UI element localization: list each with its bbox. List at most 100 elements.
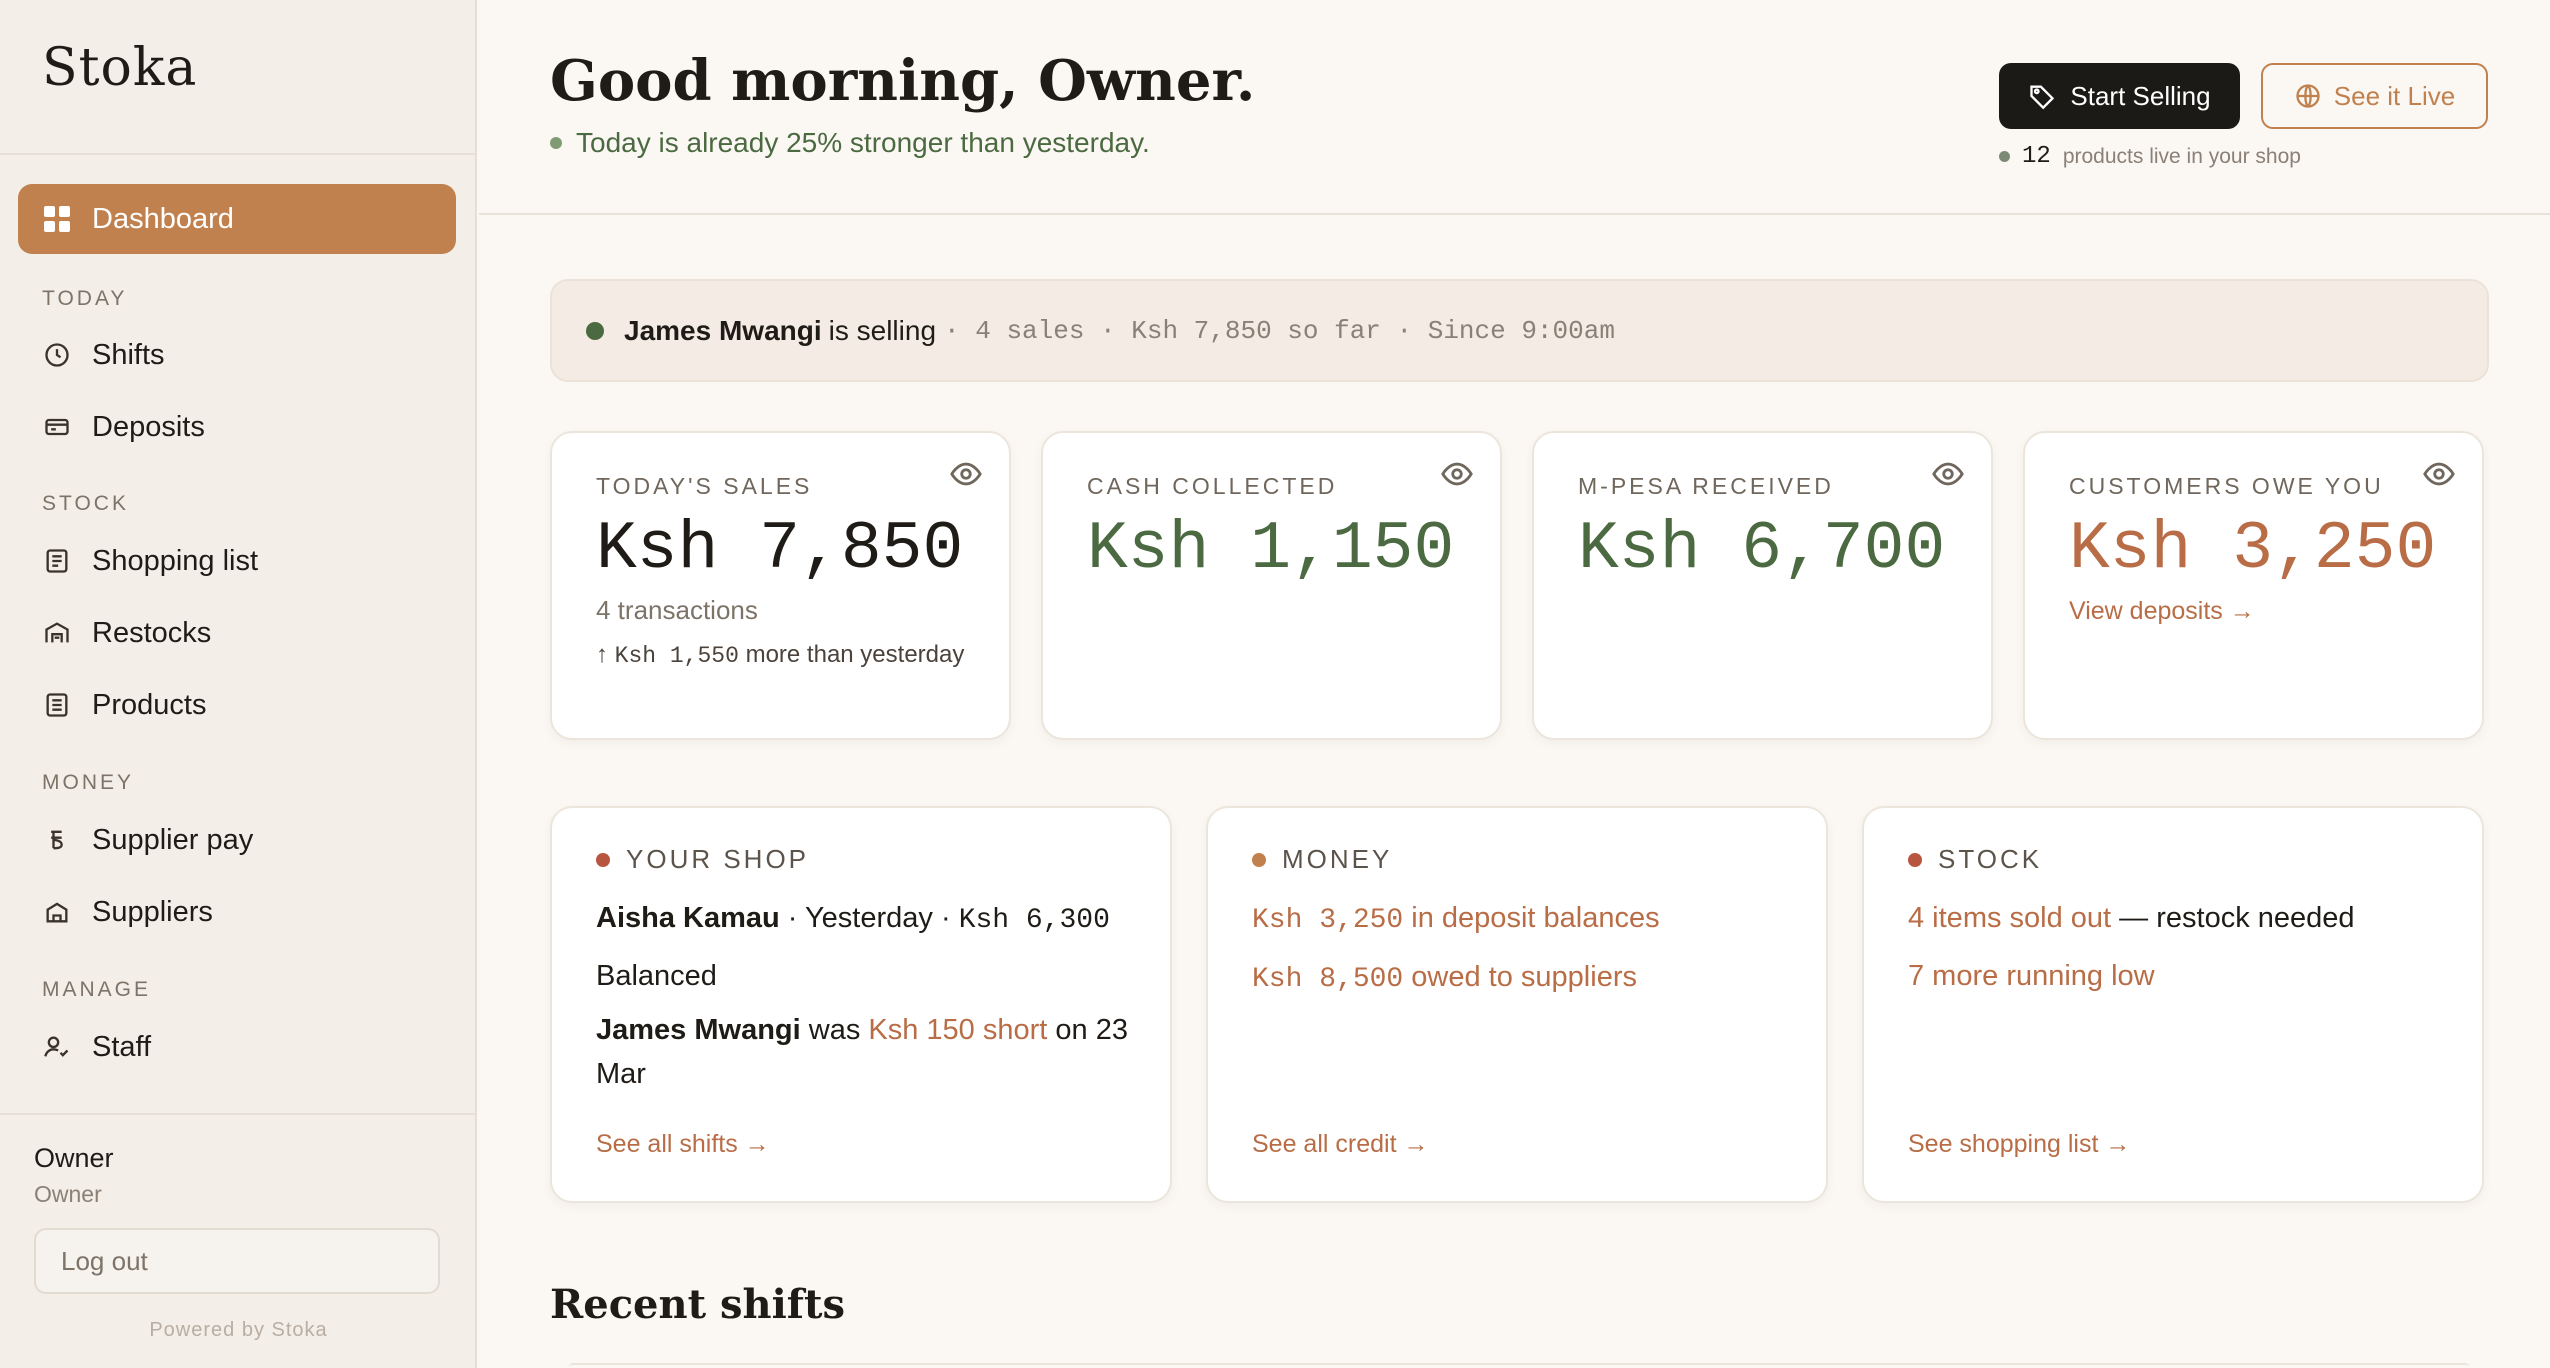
globe-icon <box>2296 84 2320 108</box>
user-role: Owner <box>34 1181 102 1207</box>
delta-amount: Ksh 1,550 <box>614 643 739 669</box>
deposit-amount: Ksh 3,250 <box>1252 905 1404 936</box>
main-content: Good morning, Owner. Today is already 25… <box>479 0 2550 1368</box>
user-check-icon <box>42 1032 72 1062</box>
shortage-was: was <box>808 1014 861 1046</box>
divider <box>0 1113 477 1115</box>
card-title: MONEY <box>1282 844 1393 874</box>
supplier-owed-line[interactable]: Ksh 8,500 owed to suppliers <box>1252 955 1792 1002</box>
eye-icon[interactable] <box>949 457 983 491</box>
status-dot <box>1999 151 2010 162</box>
powered-by: Powered by Stoka <box>149 1319 328 1341</box>
sidebar-item-shifts[interactable]: Shifts <box>42 333 165 377</box>
card-header: YOUR SHOP <box>596 844 809 875</box>
see-all-shifts-link[interactable]: See all shifts → <box>596 1130 770 1159</box>
card-icon <box>42 412 72 442</box>
live-dot <box>586 321 604 340</box>
start-selling-button[interactable]: Start Selling <box>1999 63 2240 129</box>
document-icon <box>42 690 72 720</box>
see-all-credit-link[interactable]: See all credit → <box>1252 1130 1428 1159</box>
staff-name: Aisha Kamau <box>596 902 780 934</box>
list-icon <box>42 546 72 576</box>
store-icon <box>42 897 72 927</box>
recent-shifts-heading: Recent shifts <box>550 1281 845 1328</box>
sidebar-item-label: Supplier pay <box>92 823 254 856</box>
shift-status: Balanced <box>596 960 717 992</box>
stat-value: Ksh 6,700 <box>1578 511 1946 588</box>
sold-out-link[interactable]: 4 items sold out <box>1908 902 2111 934</box>
eye-icon[interactable] <box>1931 457 1965 491</box>
shift-when: · Yesterday · <box>787 902 951 934</box>
card-your-shop: YOUR SHOP Aisha Kamau · Yesterday · Ksh … <box>550 806 1172 1203</box>
sidebar-item-products[interactable]: Products <box>42 683 206 727</box>
recent-shifts-table-edge <box>569 1363 2469 1367</box>
status-dot <box>1252 852 1266 867</box>
stat-delta: ↑ Ksh 1,550 more than yesterday <box>596 638 976 673</box>
live-note-text: products live in your shop <box>2062 144 2301 168</box>
seller-verb: is selling <box>828 314 937 346</box>
user-name: Owner <box>34 1143 114 1173</box>
deposit-balances-line[interactable]: Ksh 3,250 in deposit balances <box>1252 896 1792 943</box>
stat-label: TODAY'S SALES <box>596 473 813 499</box>
see-it-live-label: See it Live <box>2333 80 2456 111</box>
greeting-subtitle: Today is already 25% stronger than yeste… <box>550 127 1150 159</box>
sidebar: Stoka Dashboard TODAY Shifts Deposits ST… <box>0 0 477 1368</box>
logout-button[interactable]: Log out <box>34 1228 440 1294</box>
eye-icon[interactable] <box>1440 457 1474 491</box>
sidebar-item-dashboard[interactable]: Dashboard <box>18 184 456 254</box>
delta-text: more than yesterday <box>745 641 965 668</box>
see-shopping-list-link[interactable]: See shopping list → <box>1908 1130 2130 1159</box>
staff-name: James Mwangi <box>596 1014 801 1046</box>
sidebar-item-label: Products <box>92 688 207 721</box>
shortage-amount: Ksh 150 short <box>868 1014 1048 1046</box>
stat-card-cash-collected: CASH COLLECTED Ksh 1,150 <box>1041 431 1502 740</box>
live-products-note: 12 products live in your shop <box>1999 143 2301 170</box>
section-label-manage: MANAGE <box>42 978 152 1001</box>
sidebar-item-label: Shopping list <box>92 544 259 577</box>
card-title: YOUR SHOP <box>626 844 810 874</box>
stat-card-mpesa-received: M-PESA RECEIVED Ksh 6,700 <box>1532 431 1993 740</box>
running-low-link[interactable]: 7 more running low <box>1908 954 2448 998</box>
stat-value: Ksh 7,850 <box>596 511 964 588</box>
status-dot <box>1908 852 1922 867</box>
see-it-live-button[interactable]: See it Live <box>2261 63 2488 129</box>
shift-amount: Ksh 6,300 <box>958 905 1110 936</box>
active-seller-banner: James Mwangi is selling · 4 sales · Ksh … <box>550 279 2489 382</box>
stat-label: CASH COLLECTED <box>1087 473 1338 499</box>
warehouse-icon <box>42 618 72 648</box>
stat-label: CUSTOMERS OWE YOU <box>2069 473 2384 499</box>
section-label-stock: STOCK <box>42 492 129 515</box>
seller-name: James Mwangi <box>624 314 822 346</box>
sidebar-item-supplier-pay[interactable]: Supplier pay <box>42 818 253 862</box>
divider <box>479 213 2550 215</box>
sidebar-item-staff[interactable]: Staff <box>42 1025 151 1069</box>
stat-label: M-PESA RECEIVED <box>1578 473 1834 499</box>
sold-out-line: 4 items sold out — restock needed <box>1908 896 2448 940</box>
clock-icon <box>42 340 72 370</box>
sidebar-item-label: Staff <box>92 1030 152 1063</box>
brand-logo[interactable]: Stoka <box>42 38 197 98</box>
sidebar-item-deposits[interactable]: Deposits <box>42 405 205 449</box>
card-stock: STOCK 4 items sold out — restock needed … <box>1862 806 2484 1203</box>
stat-value: Ksh 1,150 <box>1087 511 1455 588</box>
start-selling-label: Start Selling <box>2070 80 2211 111</box>
tag-icon <box>2030 85 2055 110</box>
view-deposits-link[interactable]: View deposits → <box>2069 597 2255 626</box>
stat-value: Ksh 3,250 <box>2069 511 2437 588</box>
page-title: Good morning, Owner. <box>550 48 1256 114</box>
dashboard-icon <box>44 206 70 232</box>
sidebar-item-shopping-list[interactable]: Shopping list <box>42 539 258 583</box>
status-dot <box>596 852 610 867</box>
sidebar-item-suppliers[interactable]: Suppliers <box>42 890 213 934</box>
eye-icon[interactable] <box>2422 457 2456 491</box>
section-label-today: TODAY <box>42 287 128 310</box>
status-dot <box>550 137 562 149</box>
owed-text: owed to suppliers <box>1411 961 1637 993</box>
sidebar-item-label: Restocks <box>92 616 212 649</box>
divider <box>0 153 477 155</box>
section-label-money: MONEY <box>42 771 135 794</box>
sidebar-item-restocks[interactable]: Restocks <box>42 611 211 655</box>
subtitle-text: Today is already 25% stronger than yeste… <box>576 127 1150 158</box>
sidebar-item-label: Dashboard <box>92 202 234 235</box>
card-header: MONEY <box>1252 844 1392 875</box>
